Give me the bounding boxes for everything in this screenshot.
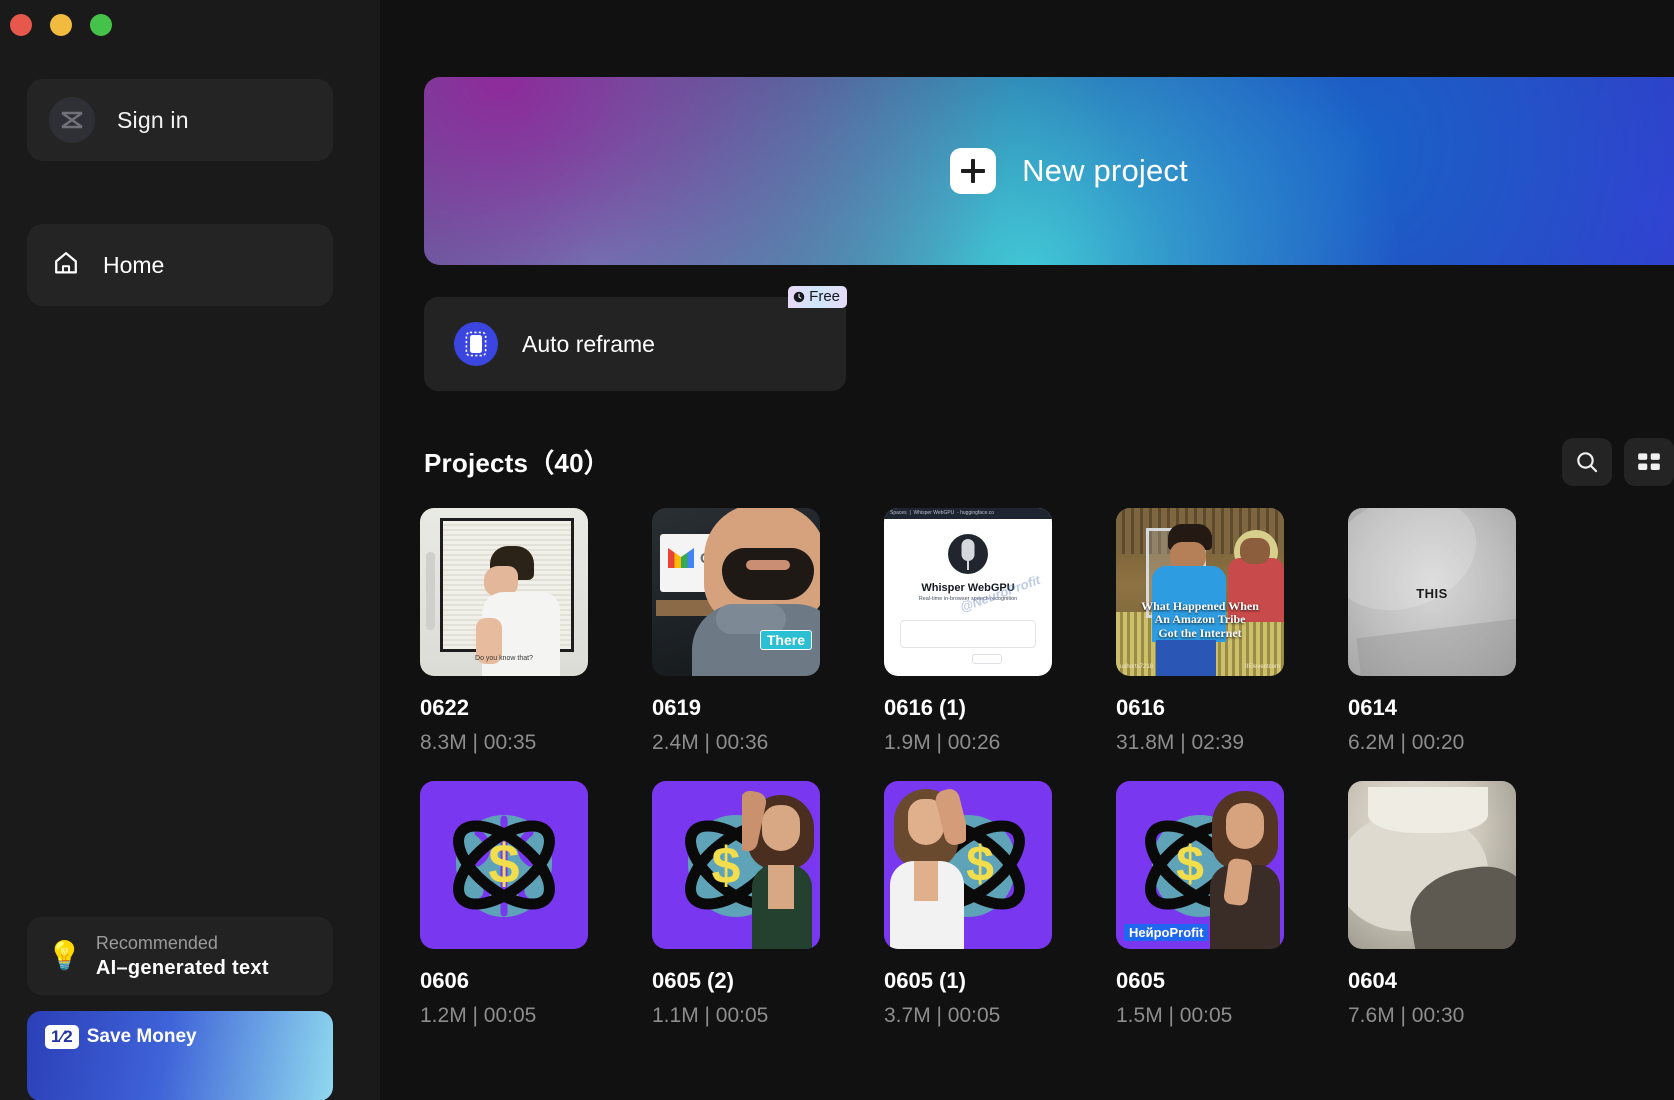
lightbulb-icon: 💡 [47, 940, 82, 971]
main-content: New project Auto reframe Free Projects（4… [380, 0, 1674, 1100]
new-project-banner[interactable]: New project [424, 77, 1674, 265]
app-window: Sign in Home 💡 Recommended AI–generated … [0, 0, 1674, 1100]
svg-text:$: $ [488, 832, 519, 895]
project-title: 0616 (1) [884, 695, 966, 720]
project-title: 0605 (1) [884, 968, 966, 993]
sidebar: Sign in Home 💡 Recommended AI–generated … [0, 0, 380, 1100]
promo-chip: 1⁄2 [45, 1025, 79, 1049]
status-badge: Free [788, 286, 847, 308]
project-thumbnail[interactable] [1348, 781, 1516, 949]
project-title: 0619 [652, 695, 701, 720]
project-card[interactable]: $ НейроProfit 0605 1.5M | 00:05 [1116, 781, 1348, 1028]
auto-reframe-card[interactable]: Auto reframe Free [424, 286, 847, 391]
project-thumbnail[interactable]: $ [652, 781, 820, 949]
project-card[interactable]: $ 0605 (1) 3.7M | 00:05 [884, 781, 1116, 1028]
project-card[interactable]: $ 0606 1.2M | 00:05 [420, 781, 652, 1028]
window-controls [10, 14, 112, 36]
promo-banner[interactable]: 1⁄2 Save Money [27, 1011, 333, 1100]
layout-toggle-button[interactable] [1624, 438, 1674, 486]
clock-icon [793, 291, 805, 302]
project-thumbnail[interactable]: $ [884, 781, 1052, 949]
search-icon [1577, 452, 1598, 473]
project-thumbnail[interactable]: Do you know that? [420, 508, 588, 676]
page-title: Projects（40） [424, 448, 610, 478]
project-card[interactable]: $ 0605 (2) 1.1M | 00:05 [652, 781, 884, 1028]
project-meta: 3.7M | 00:05 [884, 1004, 1001, 1027]
zoom-button[interactable] [90, 14, 112, 36]
project-card[interactable]: 0604 7.6M | 00:30 [1348, 781, 1580, 1028]
reframe-icon [454, 322, 498, 366]
project-meta: 31.8M | 02:39 [1116, 731, 1245, 754]
grid-view-icon [1638, 453, 1660, 471]
sign-in-button[interactable]: Sign in [27, 79, 333, 161]
status-badge-label: Free [809, 288, 840, 305]
project-card[interactable]: Spaces | Whisper WebGPU - huggingface.co… [884, 508, 1116, 755]
project-card[interactable]: What Happened When An Amazon Tribe Got the… [1116, 508, 1348, 755]
thumbnail-tag-left: ushorts7218 [1120, 664, 1154, 670]
project-meta: 1.5M | 00:05 [1116, 1004, 1233, 1027]
project-meta: 1.2M | 00:05 [420, 1004, 537, 1027]
recommended-eyebrow: Recommended [95, 932, 218, 953]
new-project-button[interactable]: New project [950, 148, 1188, 194]
thumbnail-tag-right: IIEIeventcom [1244, 664, 1280, 670]
project-meta: 1.1M | 00:05 [652, 1004, 769, 1027]
project-meta: 6.2M | 00:20 [1348, 731, 1465, 754]
project-title: 0605 [1116, 968, 1165, 993]
project-thumbnail[interactable]: Spaces | Whisper WebGPU - huggingface.co… [884, 508, 1052, 676]
sign-in-label: Sign in [117, 106, 189, 133]
thumbnail-caption: What Happened When An Amazon Tribe Got the… [1141, 598, 1259, 640]
project-title: 0622 [420, 695, 469, 720]
thumbnail-caption: THIS [1416, 586, 1448, 601]
promo-label: Save Money [86, 1026, 197, 1047]
capcut-logo-icon [49, 97, 95, 143]
recommended-text: Recommended AI–generated text [96, 933, 269, 980]
auto-reframe-label: Auto reframe [522, 330, 655, 357]
sidebar-item-home[interactable]: Home [27, 224, 333, 306]
search-button[interactable] [1562, 438, 1612, 486]
new-project-label: New project [1022, 153, 1188, 188]
sidebar-item-home-label: Home [103, 251, 165, 278]
svg-text:$: $ [712, 837, 741, 895]
project-thumbnail[interactable]: $ [420, 781, 588, 949]
project-card[interactable]: Do you know that? 0622 8.3M | 00:35 [420, 508, 652, 755]
svg-text:$: $ [966, 836, 994, 892]
project-thumbnail[interactable]: Gm There [652, 508, 820, 676]
thumbnail-caption: There [759, 630, 812, 650]
promo-content: 1⁄2 Save Money [27, 1011, 333, 1049]
project-title: 0604 [1348, 968, 1397, 993]
project-card[interactable]: Gm There 0619 2.4M | 00:36 [652, 508, 884, 755]
project-meta: 7.6M | 00:30 [1348, 1004, 1465, 1027]
project-meta: 8.3M | 00:35 [420, 731, 537, 754]
thumbnail-brand-tag: НейроProfit [1124, 924, 1209, 941]
project-card[interactable]: THIS 0614 6.2M | 00:20 [1348, 508, 1580, 755]
projects-toolbar [1562, 438, 1674, 486]
projects-grid: Do you know that? 0622 8.3M | 00:35 Gm [420, 508, 1674, 1028]
thumbnail-caption: Do you know that? [475, 655, 533, 662]
plus-icon [950, 148, 997, 194]
project-meta: 2.4M | 00:36 [652, 731, 769, 754]
close-button[interactable] [10, 14, 32, 36]
recommended-card[interactable]: 💡 Recommended AI–generated text [27, 917, 333, 995]
home-icon [51, 249, 81, 282]
svg-text:$: $ [1176, 836, 1204, 892]
project-thumbnail[interactable]: $ НейроProfit [1116, 781, 1284, 949]
project-title: 0616 [1116, 695, 1165, 720]
project-thumbnail[interactable]: THIS [1348, 508, 1516, 676]
recommended-title: AI–generated text [95, 956, 269, 979]
project-thumbnail[interactable]: What Happened When An Amazon Tribe Got the… [1116, 508, 1284, 676]
project-title: 0614 [1348, 695, 1397, 720]
project-title: 0605 (2) [652, 968, 734, 993]
project-meta: 1.9M | 00:26 [884, 731, 1001, 754]
project-title: 0606 [420, 968, 469, 993]
minimize-button[interactable] [50, 14, 72, 36]
